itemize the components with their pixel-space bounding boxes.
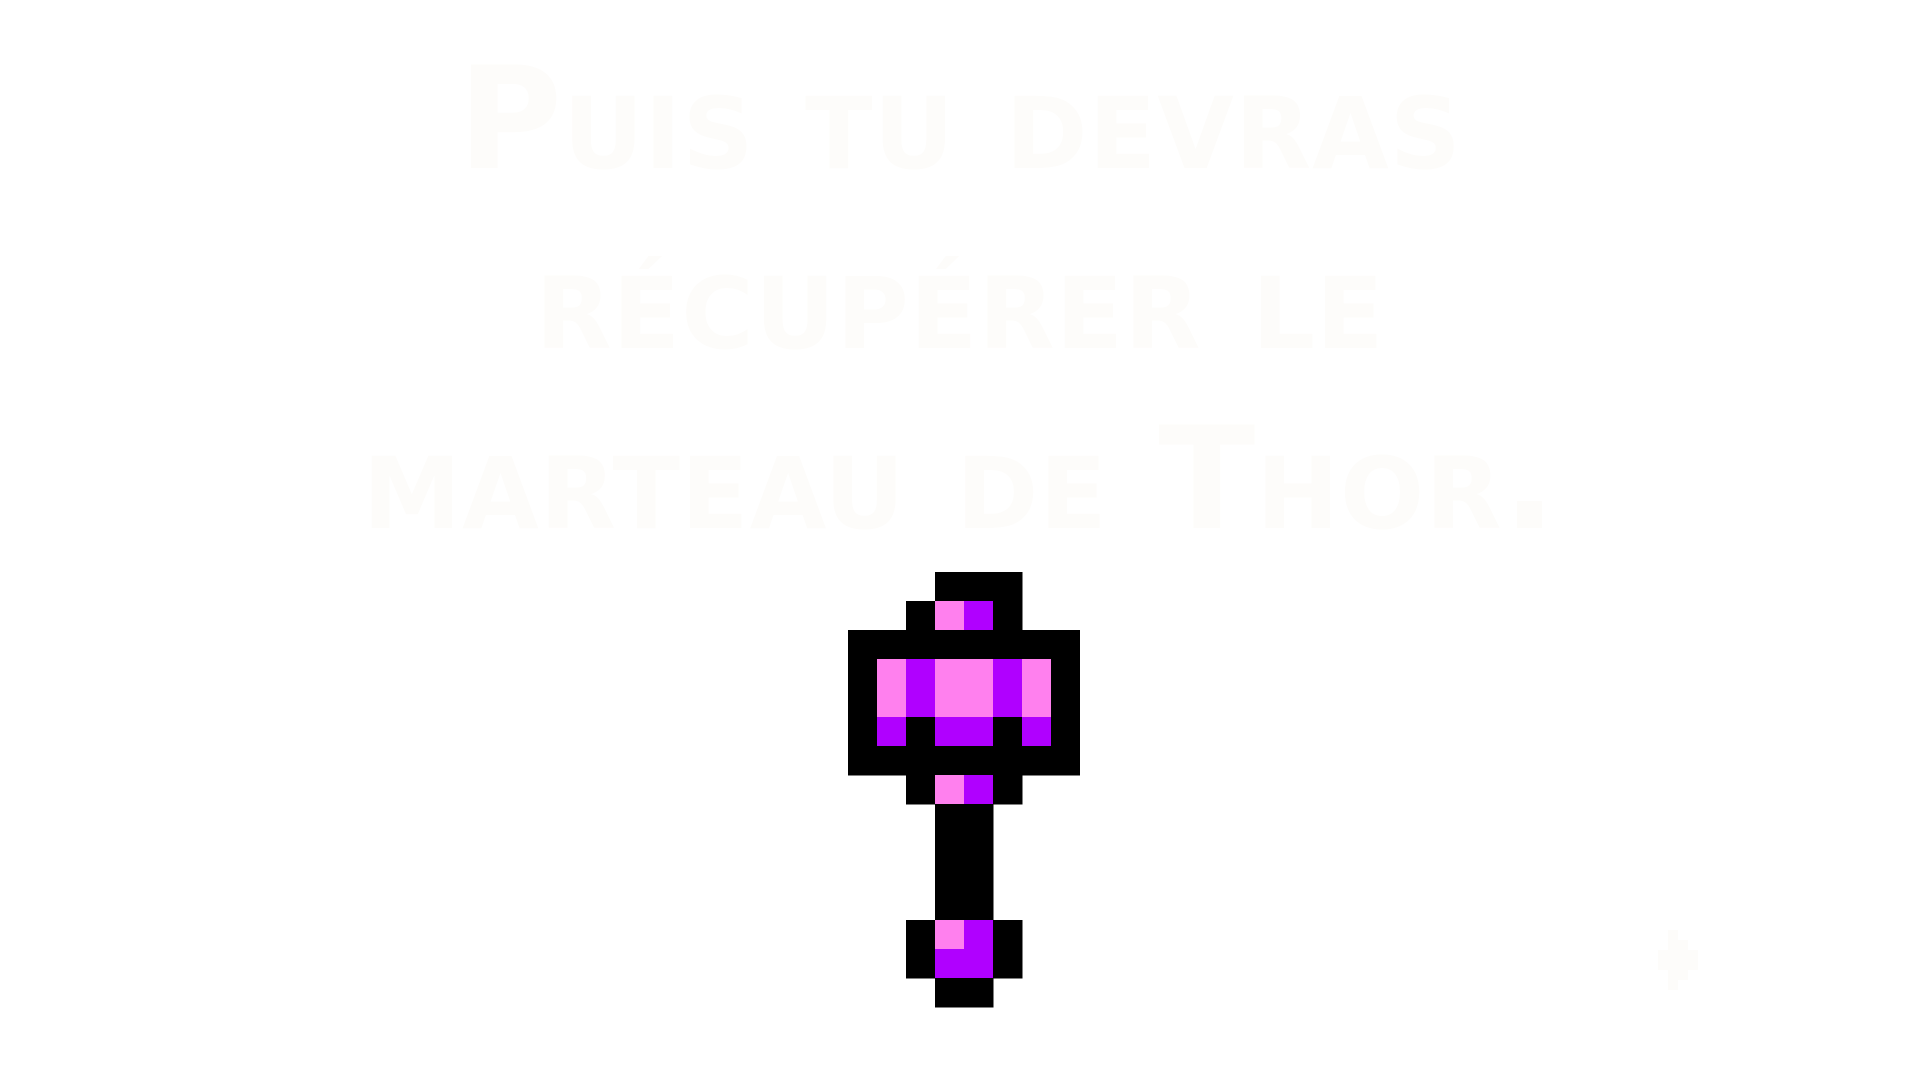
hammer-pixel <box>935 746 965 776</box>
hammer-pixel <box>935 630 965 660</box>
hammer-pixel <box>993 630 1023 660</box>
hammer-pixel <box>877 688 907 718</box>
hammer-pixel <box>935 920 965 950</box>
hammer-pixel <box>935 775 965 805</box>
hammer-pixel <box>935 572 965 602</box>
hammer-pixel <box>964 659 994 689</box>
hammer-pixel <box>906 601 936 631</box>
hammer-pixel <box>906 746 936 776</box>
hammer-pixel <box>1022 717 1052 747</box>
hammer-pixel <box>935 891 965 921</box>
continue-arrow-pixel <box>1668 950 1679 961</box>
hammer-pixel <box>848 688 878 718</box>
continue-arrow-pixel <box>1678 960 1689 971</box>
hammer-pixel <box>993 775 1023 805</box>
hammer-pixel <box>993 920 1023 950</box>
hammer-pixel <box>964 804 994 834</box>
dialogue-line-3: marteau de Thor. <box>362 397 1558 562</box>
hammer-pixel <box>1051 717 1080 747</box>
continue-arrow-icon[interactable] <box>1658 930 1698 1000</box>
hammer-pixel <box>993 659 1023 689</box>
hammer-pixel <box>848 717 878 747</box>
hammer-pixel <box>964 978 994 1008</box>
hammer-pixel <box>964 949 994 979</box>
hammer-pixel <box>964 746 994 776</box>
hammer-pixel <box>964 688 994 718</box>
hammer-pixel <box>935 688 965 718</box>
hammer-pixel <box>877 746 907 776</box>
hammer-pixel <box>993 572 1023 602</box>
continue-arrow-pixel <box>1668 970 1679 981</box>
hammer-pixel <box>935 717 965 747</box>
dialogue-line-2: récupérer le <box>535 217 1385 382</box>
hammer-pixel <box>1051 630 1080 660</box>
hammer-pixel <box>935 804 965 834</box>
hammer-pixel <box>1051 746 1080 776</box>
hammer-pixel <box>993 949 1023 979</box>
hammer-pixel <box>964 717 994 747</box>
hammer-pixel <box>906 717 936 747</box>
hammer-pixel <box>906 949 936 979</box>
hammer-pixel <box>964 572 994 602</box>
continue-arrow-pixel <box>1678 940 1689 951</box>
hammer-pixel <box>1022 630 1052 660</box>
hammer-pixel <box>906 775 936 805</box>
continue-arrow-pixel <box>1678 970 1689 981</box>
dialogue-text: Puis tu devras récupérer le marteau de T… <box>260 30 1660 570</box>
hammer-pixel <box>964 775 994 805</box>
hammer-pixel <box>964 601 994 631</box>
hammer-pixel <box>906 659 936 689</box>
continue-arrow-pixel <box>1678 950 1689 961</box>
hammer-pixel <box>993 746 1023 776</box>
hammer-pixel <box>1022 688 1052 718</box>
hammer-pixel <box>993 717 1023 747</box>
continue-arrow-pixel <box>1668 980 1679 991</box>
continue-arrow-pixel <box>1668 930 1679 941</box>
hammer-pixel <box>1022 746 1052 776</box>
hammer-pixel <box>964 833 994 863</box>
hammer-pixel <box>906 630 936 660</box>
continue-arrow-pixel <box>1668 960 1679 971</box>
hammer-pixel <box>877 659 907 689</box>
hammer-icon <box>848 572 1080 1036</box>
hammer-pixel <box>964 630 994 660</box>
hammer-pixel <box>964 920 994 950</box>
game-screen[interactable]: Puis tu devras récupérer le marteau de T… <box>0 0 1920 1080</box>
hammer-pixel <box>964 862 994 892</box>
hammer-pixel <box>1051 659 1080 689</box>
hammer-pixel <box>935 833 965 863</box>
continue-arrow-pixel <box>1688 950 1698 961</box>
hammer-pixel <box>877 717 907 747</box>
hammer-pixel <box>1022 659 1052 689</box>
continue-arrow-pixel <box>1688 960 1698 971</box>
hammer-pixel <box>848 746 878 776</box>
continue-arrow-pixel <box>1658 960 1669 971</box>
hammer-pixel <box>906 688 936 718</box>
hammer-pixel <box>935 978 965 1008</box>
hammer-pixel <box>993 601 1023 631</box>
continue-arrow-pixel <box>1668 940 1679 951</box>
continue-arrow-pixel <box>1658 950 1669 961</box>
hammer-pixel <box>906 920 936 950</box>
hammer-pixel <box>848 659 878 689</box>
hammer-pixel <box>935 949 965 979</box>
hammer-pixel <box>964 891 994 921</box>
hammer-pixel <box>935 601 965 631</box>
hammer-pixel <box>993 688 1023 718</box>
hammer-pixel <box>877 630 907 660</box>
hammer-pixel <box>1051 688 1080 718</box>
hammer-pixel <box>935 659 965 689</box>
hammer-pixel <box>848 630 878 660</box>
hammer-pixel <box>935 862 965 892</box>
dialogue-line-1: Puis tu devras <box>458 37 1462 202</box>
